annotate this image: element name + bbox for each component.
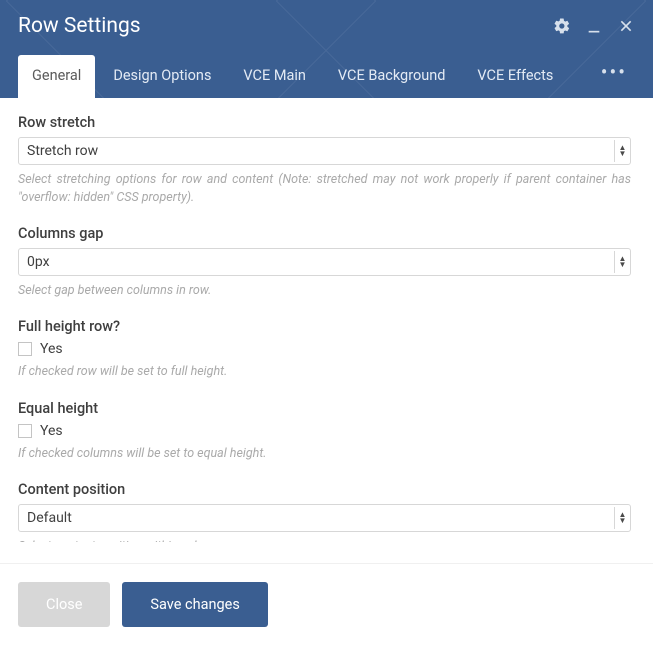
columns-gap-help: Select gap between columns in row.: [18, 282, 631, 300]
header-top: Row Settings: [0, 0, 653, 48]
save-changes-button[interactable]: Save changes: [122, 582, 267, 627]
close-icon[interactable]: [617, 17, 635, 35]
content-position-label: Content position: [18, 481, 631, 498]
columns-gap-value: 0px: [27, 254, 50, 270]
tab-design-options[interactable]: Design Options: [99, 55, 225, 98]
field-row-stretch: Row stretch Stretch row ▲▼ Select stretc…: [18, 114, 631, 207]
row-stretch-select[interactable]: Stretch row ▲▼: [18, 137, 631, 165]
body-scroll[interactable]: Row stretch Stretch row ▲▼ Select stretc…: [0, 98, 653, 563]
full-height-checkbox[interactable]: [18, 342, 32, 356]
modal-footer: Close Save changes: [0, 563, 653, 645]
row-stretch-value: Stretch row: [27, 143, 98, 159]
modal-header: Row Settings General Design Options VCE …: [0, 0, 653, 98]
modal-body: Row stretch Stretch row ▲▼ Select stretc…: [0, 98, 653, 563]
content-position-select[interactable]: Default ▲▼: [18, 504, 631, 532]
columns-gap-select[interactable]: 0px ▲▼: [18, 248, 631, 276]
equal-height-checkbox[interactable]: [18, 424, 32, 438]
tabs: General Design Options VCE Main VCE Back…: [0, 48, 653, 98]
close-button[interactable]: Close: [18, 582, 110, 627]
row-stretch-label: Row stretch: [18, 114, 631, 131]
field-content-position: Content position Default ▲▼ Select conte…: [18, 481, 631, 542]
content-position-help: Select content position within columns.: [18, 538, 631, 542]
equal-height-label: Equal height: [18, 400, 631, 417]
equal-height-help: If checked columns will be set to equal …: [18, 445, 631, 463]
row-settings-modal: Row Settings General Design Options VCE …: [0, 0, 653, 645]
full-height-yes: Yes: [40, 341, 63, 357]
select-caret-icon: ▲▼: [614, 507, 628, 529]
columns-gap-label: Columns gap: [18, 225, 631, 242]
minimize-icon[interactable]: [585, 17, 603, 35]
header-controls: [553, 17, 635, 35]
equal-height-option: Yes: [18, 423, 631, 439]
tabs-overflow-icon[interactable]: •••: [593, 48, 635, 98]
full-height-label: Full height row?: [18, 318, 631, 335]
tab-vce-background[interactable]: VCE Background: [324, 55, 460, 98]
select-caret-icon: ▲▼: [614, 251, 628, 273]
field-full-height: Full height row? Yes If checked row will…: [18, 318, 631, 381]
content-position-value: Default: [27, 510, 72, 526]
row-stretch-help: Select stretching options for row and co…: [18, 171, 631, 207]
modal-title: Row Settings: [18, 14, 141, 38]
gear-icon[interactable]: [553, 17, 571, 35]
tab-general[interactable]: General: [18, 55, 95, 98]
full-height-help: If checked row will be set to full heigh…: [18, 363, 631, 381]
tab-vce-main[interactable]: VCE Main: [229, 55, 320, 98]
equal-height-yes: Yes: [40, 423, 63, 439]
tab-vce-effects[interactable]: VCE Effects: [463, 55, 567, 98]
field-columns-gap: Columns gap 0px ▲▼ Select gap between co…: [18, 225, 631, 300]
select-caret-icon: ▲▼: [614, 140, 628, 162]
full-height-option: Yes: [18, 341, 631, 357]
field-equal-height: Equal height Yes If checked columns will…: [18, 400, 631, 463]
